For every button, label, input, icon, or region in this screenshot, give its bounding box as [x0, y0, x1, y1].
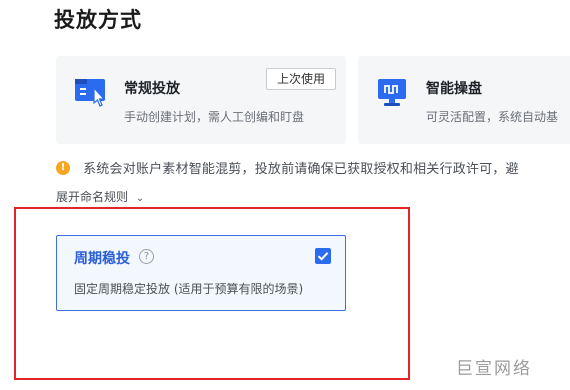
mode-name: 智能操盘 [426, 81, 482, 97]
period-option-card[interactable]: 周期稳投 ? 固定周期稳定投放 (适用于预算有限的场景) [56, 235, 346, 311]
mode-desc: 手动创建计划，需人工创编和盯盘 [124, 110, 305, 124]
watermark: 巨宣网络 [456, 359, 532, 379]
mode-name: 常规投放 [124, 81, 180, 97]
period-option-checkbox[interactable] [315, 248, 331, 264]
rule-toggle-label: 展开命名规则 [56, 190, 129, 204]
period-option-desc: 固定周期稳定投放 (适用于预算有限的场景) [74, 282, 304, 296]
smart-monitor-icon [378, 79, 406, 106]
notice-bar: ! 系统会对账户素材智能混剪，投放前请确保已获取授权和相关行政许可，避 [56, 157, 570, 177]
mode-card-manual[interactable]: 常规投放 上次使用 手动创建计划，需人工创编和盯盘 [56, 56, 346, 144]
expand-naming-rules-link[interactable]: 展开命名规则 ⌄ [56, 188, 144, 205]
notice-text: 系统会对账户素材智能混剪，投放前请确保已获取授权和相关行政许可，避 [83, 162, 519, 177]
mode-desc: 可灵活配置，系统自动基 [426, 110, 559, 124]
help-icon[interactable]: ? [139, 249, 154, 264]
period-option-title: 周期稳投 [74, 251, 130, 267]
warning-icon: ! [56, 160, 70, 175]
checkmark-icon [317, 252, 329, 261]
section-title: 投放方式 [54, 8, 142, 32]
manual-cursor-icon [75, 79, 106, 107]
mode-card-smart[interactable]: 智能操盘 可灵活配置，系统自动基 [358, 56, 570, 144]
double-chevron-down-icon: ⌄ [135, 193, 145, 204]
last-used-badge: 上次使用 [266, 68, 336, 90]
